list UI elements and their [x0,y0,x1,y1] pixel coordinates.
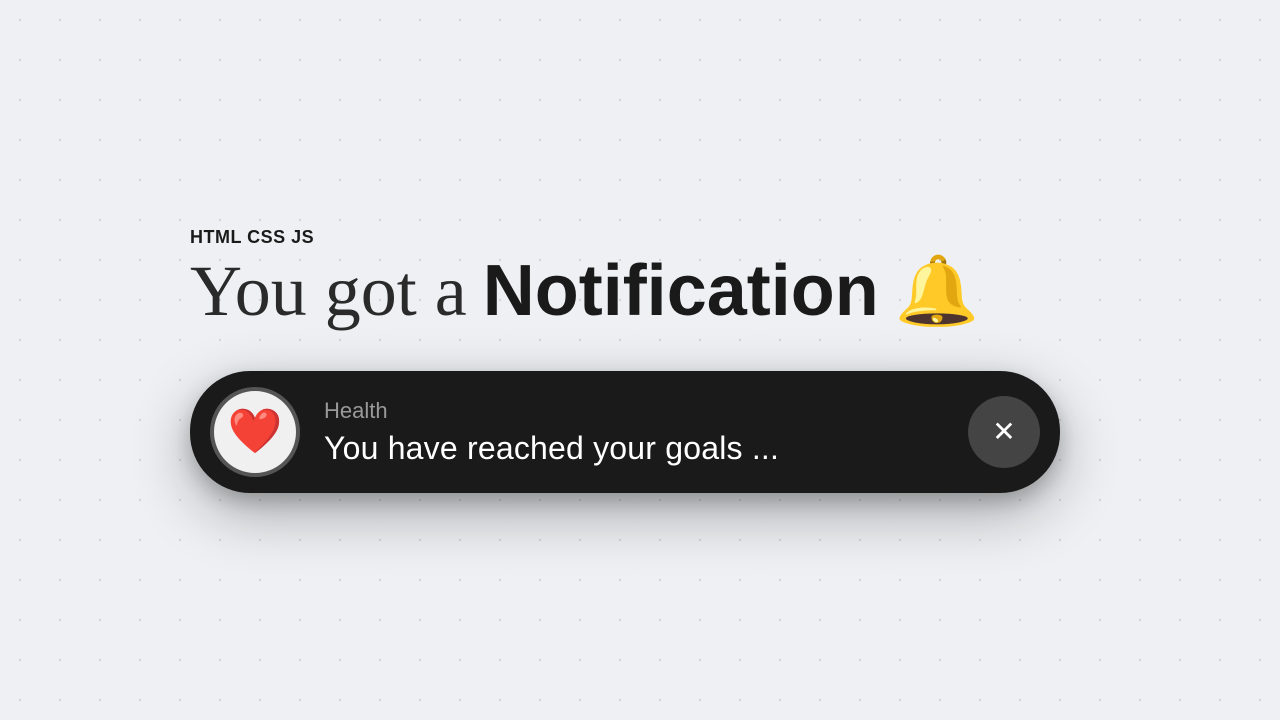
content-wrapper: HTML CSS JS You got a Notification 🔔 ❤️ … [190,227,1090,493]
notification-message: You have reached your goals ... [324,430,944,467]
notification-card: ❤️ Health You have reached your goals ..… [190,371,1060,493]
notification-icon-wrapper: ❤️ [210,387,300,477]
bell-icon: 🔔 [895,254,980,329]
title-bold: Notification [483,252,879,331]
main-title: You got a Notification 🔔 [190,252,979,331]
notification-text: Health You have reached your goals ... [324,398,944,467]
notification-category: Health [324,398,944,424]
close-icon: ✕ [992,418,1015,446]
tech-label: HTML CSS JS [190,227,314,248]
close-button[interactable]: ✕ [968,396,1040,468]
heart-icon: ❤️ [228,410,283,454]
title-prefix: You got a [190,252,467,331]
header-section: HTML CSS JS You got a Notification 🔔 [190,227,979,331]
